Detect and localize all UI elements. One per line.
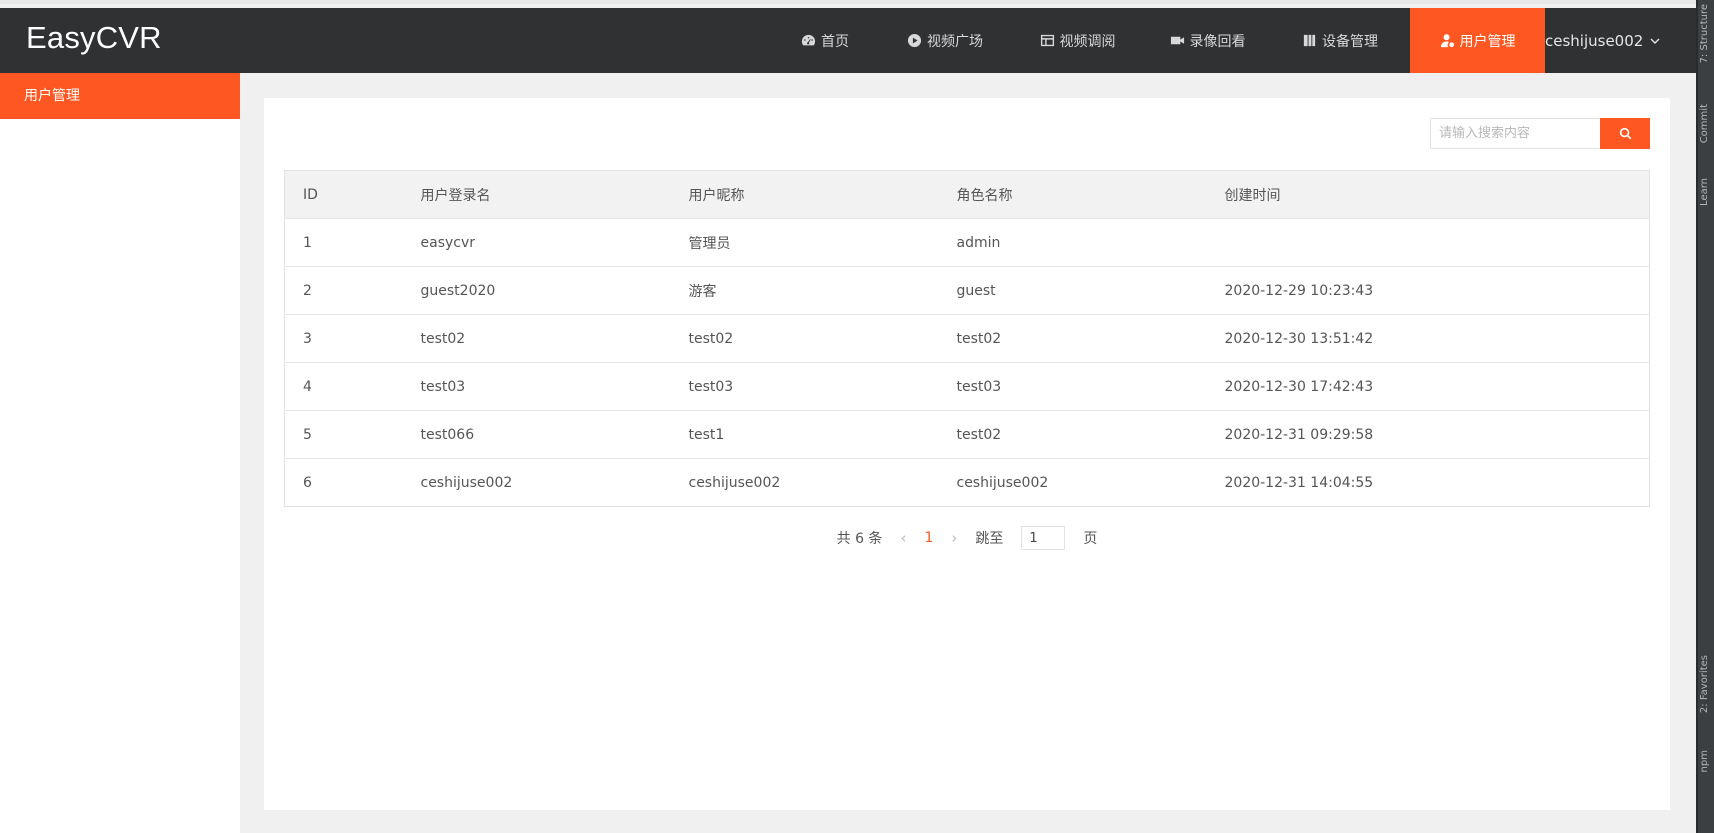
app-logo: EasyCVR xyxy=(26,20,162,55)
cell-created: 2020-12-31 09:29:58 xyxy=(1206,410,1650,459)
cell-id: 3 xyxy=(284,314,403,363)
nav-home-label: 首页 xyxy=(821,33,849,50)
top-navbar: EasyCVR 首页 视频广场 视频调阅 录像回看 设备管理 用户管理 cesh… xyxy=(0,8,1696,73)
table-row[interactable]: 5 test066 test1 test02 2020-12-31 09:29:… xyxy=(284,410,1650,459)
cell-login-name: guest2020 xyxy=(402,266,671,315)
pagination-current-page[interactable]: 1 xyxy=(924,530,933,546)
column-header-id: ID xyxy=(284,170,403,219)
dock-npm-tab[interactable]: npm xyxy=(1699,750,1710,772)
dock-structure-tab[interactable]: 7: Structure xyxy=(1699,4,1710,63)
cell-role: test03 xyxy=(938,362,1207,411)
nav-video-review-label: 视频调阅 xyxy=(1059,33,1116,50)
cell-created: 2020-12-29 10:23:43 xyxy=(1206,266,1650,315)
cell-login-name: ceshijuse002 xyxy=(420,474,513,491)
user-table: ID 用户登录名 用户昵称 角色名称 创建时间 1 easycvr 管理员 ad… xyxy=(284,170,1650,507)
user-menu[interactable]: ceshijuse002 xyxy=(1545,8,1661,73)
cell-created: 2020-12-30 17:42:43 xyxy=(1206,362,1650,411)
cell-nickname: 游客 xyxy=(670,266,939,315)
cell-id: 1 xyxy=(284,218,403,267)
dock-commit-tab[interactable]: Commit xyxy=(1699,104,1710,143)
nav-video-square[interactable]: 视频广场 xyxy=(880,8,1010,73)
play-circle-icon xyxy=(907,33,922,48)
nav-video-review[interactable]: 视频调阅 xyxy=(1010,8,1145,73)
dock-favorites-tab[interactable]: 2: Favorites xyxy=(1699,655,1710,713)
cell-created: 2020-12-31 14:04:55 xyxy=(1224,474,1374,491)
chevron-down-icon xyxy=(1650,38,1660,44)
pagination: 共 6 条 ‹ 1 › 跳至 页 xyxy=(264,526,1670,550)
user-icon xyxy=(1440,34,1454,48)
device-icon xyxy=(1303,34,1316,47)
cell-role: ceshijuse002 xyxy=(956,474,1049,491)
pagination-jump-input[interactable] xyxy=(1021,526,1066,550)
nav-playback[interactable]: 录像回看 xyxy=(1145,8,1270,73)
sidebar: 用户管理 xyxy=(0,73,240,833)
cell-id: 5 xyxy=(284,410,403,459)
pagination-total: 共 6 条 xyxy=(836,531,883,547)
nav-user-management-label: 用户管理 xyxy=(1459,33,1516,50)
column-header-created: 创建时间 xyxy=(1206,170,1650,219)
sidebar-item-user-management[interactable]: 用户管理 xyxy=(0,73,240,119)
table-row[interactable]: 6 ceshijuse002 ceshijuse002 ceshijuse002… xyxy=(285,459,1650,507)
cell-role: guest xyxy=(938,266,1207,315)
nav-device-management[interactable]: 设备管理 xyxy=(1270,8,1410,73)
nav-home[interactable]: 首页 xyxy=(770,8,880,73)
cell-id: 2 xyxy=(284,266,403,315)
cell-nickname: test1 xyxy=(670,410,939,459)
search-button[interactable] xyxy=(1600,118,1650,149)
cell-role: admin xyxy=(938,218,1207,267)
video-camera-icon xyxy=(1170,36,1184,45)
cell-created: 2020-12-30 13:51:42 xyxy=(1206,314,1650,363)
nav-video-square-label: 视频广场 xyxy=(927,33,983,50)
content-card: ID 用户登录名 用户昵称 角色名称 创建时间 1 easycvr 管理员 ad… xyxy=(264,98,1670,810)
cell-created xyxy=(1206,218,1650,267)
nav-device-management-label: 设备管理 xyxy=(1322,33,1378,50)
cell-nickname: test03 xyxy=(670,362,939,411)
pagination-next-button[interactable]: › xyxy=(951,529,957,547)
table-row[interactable]: 1 easycvr 管理员 admin xyxy=(284,218,1650,267)
search-icon xyxy=(1619,127,1631,140)
pagination-prev-button[interactable]: ‹ xyxy=(900,529,906,547)
pagination-page-suffix: 页 xyxy=(1083,531,1098,547)
dashboard-icon xyxy=(801,34,816,46)
dock-learn-tab[interactable]: Learn xyxy=(1699,178,1710,206)
cell-nickname: test02 xyxy=(670,314,939,363)
cell-login-name: test02 xyxy=(402,314,671,363)
layout-icon xyxy=(1040,34,1054,47)
cell-login-name: test066 xyxy=(402,410,671,459)
nav-playback-label: 录像回看 xyxy=(1189,33,1246,50)
cell-id: 6 xyxy=(303,474,312,491)
current-username: ceshijuse002 xyxy=(1545,31,1644,50)
app-window: EasyCVR 首页 视频广场 视频调阅 录像回看 设备管理 用户管理 cesh… xyxy=(0,0,1696,833)
table-row[interactable]: 3 test02 test02 test02 2020-12-30 13:51:… xyxy=(284,314,1650,363)
table-header-row: ID 用户登录名 用户昵称 角色名称 创建时间 xyxy=(284,170,1650,219)
ide-tool-dock: 7: Structure Commit Learn 2: Favorites n… xyxy=(1696,0,1714,833)
cell-login-name: test03 xyxy=(402,362,671,411)
search-input[interactable] xyxy=(1430,118,1600,149)
column-header-nickname: 用户昵称 xyxy=(670,170,939,219)
pagination-jump-label: 跳至 xyxy=(975,531,1004,547)
table-row[interactable]: 4 test03 test03 test03 2020-12-30 17:42:… xyxy=(284,362,1650,411)
cell-role: test02 xyxy=(938,410,1207,459)
table-row[interactable]: 2 guest2020 游客 guest 2020-12-29 10:23:43 xyxy=(284,266,1650,315)
column-header-login-name: 用户登录名 xyxy=(402,170,671,219)
nav-user-management[interactable]: 用户管理 xyxy=(1410,8,1545,73)
cell-nickname: ceshijuse002 xyxy=(688,474,781,491)
cell-login-name: easycvr xyxy=(402,218,671,267)
column-header-role: 角色名称 xyxy=(938,170,1207,219)
cell-role: test02 xyxy=(938,314,1207,363)
cell-nickname: 管理员 xyxy=(670,218,939,267)
cell-id: 4 xyxy=(284,362,403,411)
